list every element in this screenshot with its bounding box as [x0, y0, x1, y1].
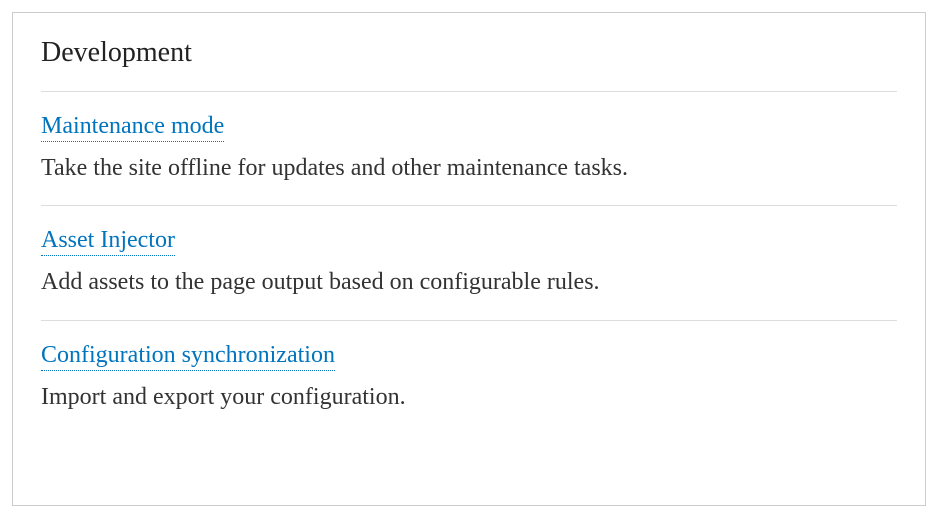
- list-item: Asset Injector Add assets to the page ou…: [41, 206, 897, 320]
- item-description: Import and export your configuration.: [41, 381, 897, 415]
- item-description: Take the site offline for updates and ot…: [41, 152, 897, 186]
- development-panel: Development Maintenance mode Take the si…: [12, 12, 926, 506]
- configuration-synchronization-link[interactable]: Configuration synchronization: [41, 341, 335, 371]
- panel-title: Development: [41, 37, 897, 92]
- list-item: Configuration synchronization Import and…: [41, 321, 897, 414]
- maintenance-mode-link[interactable]: Maintenance mode: [41, 112, 224, 142]
- asset-injector-link[interactable]: Asset Injector: [41, 226, 175, 256]
- list-item: Maintenance mode Take the site offline f…: [41, 92, 897, 206]
- item-description: Add assets to the page output based on c…: [41, 266, 897, 300]
